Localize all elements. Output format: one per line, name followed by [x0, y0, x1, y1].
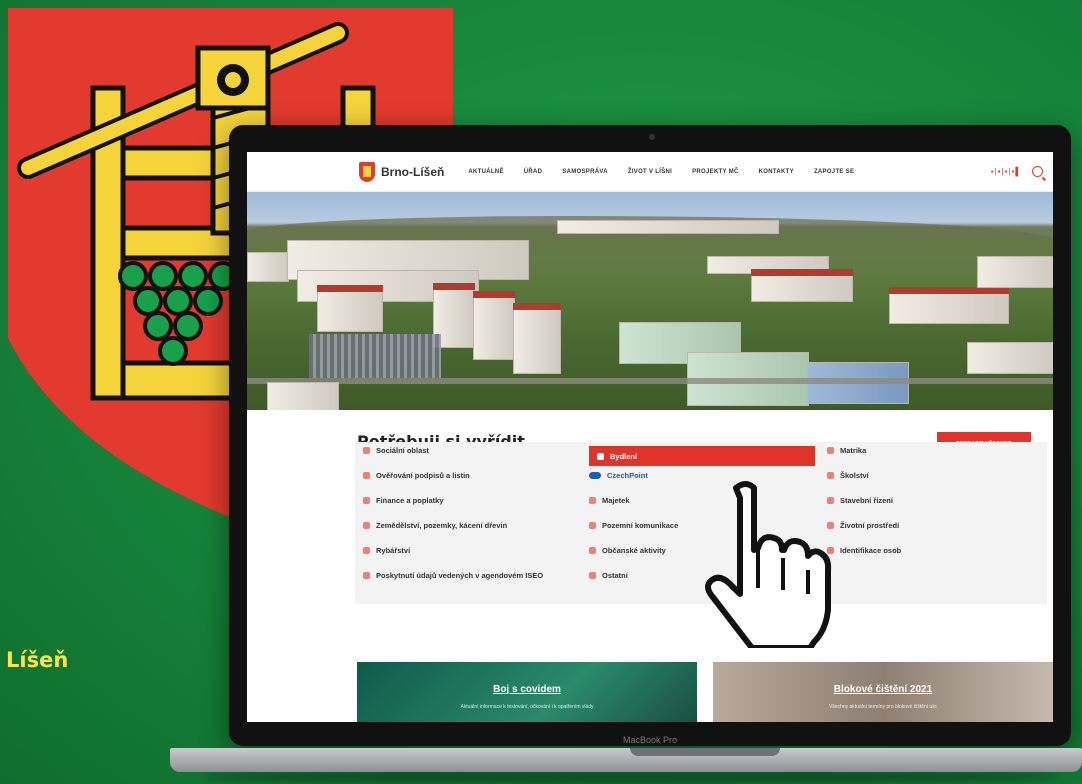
hand-cursor-icon: [705, 481, 832, 648]
logo-text: Brno-Líšeň: [381, 164, 445, 179]
laptop-model-label: MacBook Pro: [622, 735, 678, 745]
laptop-base: [170, 748, 1082, 772]
main-nav: AKTUÁLNĚ ÚŘAD SAMOSPRÁVA ŽIVOT V LÍŠNI P…: [468, 169, 854, 175]
hero-parking: [309, 334, 441, 378]
nav-zivot-v-lisni[interactable]: ŽIVOT V LÍŠNI: [628, 169, 672, 175]
stamp-icon: [363, 472, 370, 479]
site-header: Brno-Líšeň AKTUÁLNĚ ÚŘAD SAMOSPRÁVA ŽIVO…: [247, 152, 1053, 192]
card-title: Boj s covidem: [493, 684, 561, 695]
header-tools: ▪|▪|▪|▪▌: [991, 166, 1043, 177]
warning-icon: [589, 547, 596, 554]
hero-building: [889, 287, 1009, 324]
shield-logo-icon: [359, 161, 375, 182]
card-blokove-cisteni[interactable]: Blokové čištění 2021 Všechny aktuální te…: [713, 662, 1053, 722]
hero-building: [557, 220, 779, 234]
road-icon: [589, 522, 596, 529]
nav-aktualne[interactable]: AKTUÁLNĚ: [468, 169, 503, 175]
hero-building: [513, 303, 561, 374]
service-identifikace-osob[interactable]: Identifikace osob: [827, 546, 1037, 571]
hero-building: [247, 252, 289, 282]
service-bydleni[interactable]: Bydlení: [589, 446, 815, 466]
laptop-notch: [630, 748, 780, 756]
site-logo[interactable]: Brno-Líšeň: [359, 161, 445, 182]
hero-building: [473, 291, 515, 360]
database-icon: [363, 572, 370, 579]
service-matrika[interactable]: Matrika: [827, 446, 1037, 471]
search-icon[interactable]: [1032, 166, 1043, 177]
service-stavebni-rizeni[interactable]: Stavební řízení: [827, 496, 1037, 521]
services-column-3: Matrika Školství Stavební řízení Životní…: [827, 446, 1037, 571]
hero-aerial-photo: [247, 192, 1053, 410]
service-zemedelstvi[interactable]: Zemědělství, pozemky, kácení dřevin: [363, 521, 583, 546]
town-name-label: Líšeň: [6, 648, 69, 672]
house-icon: [597, 453, 604, 460]
service-rybarstvi[interactable]: Rybářství: [363, 546, 583, 571]
hero-building: [977, 256, 1053, 288]
nav-urad[interactable]: ÚŘAD: [524, 169, 543, 175]
people-icon: [363, 447, 370, 454]
hero-building: [317, 285, 383, 332]
hero-building: [967, 342, 1053, 374]
camera-icon: [649, 134, 655, 140]
card-title: Blokové čištění 2021: [833, 684, 933, 695]
hero-building: [751, 269, 853, 302]
service-skolstvi[interactable]: Školství: [827, 471, 1037, 496]
card-subtitle: Aktuální informace k testování, očkování…: [460, 704, 594, 710]
person-icon: [827, 447, 834, 454]
laptop-lid: Brno-Líšeň AKTUÁLNĚ ÚŘAD SAMOSPRÁVA ŽIVO…: [229, 125, 1071, 746]
accessibility-switcher[interactable]: ▪|▪|▪|▪▌: [991, 167, 1022, 176]
wallet-icon: [363, 497, 370, 504]
service-iseo[interactable]: Poskytnutí údajů vedených v agendovém IS…: [363, 571, 583, 596]
card-subtitle: Všechny aktuální termíny pro blokové čiš…: [828, 704, 938, 710]
mail-icon: [589, 572, 596, 579]
nav-zapojte-se[interactable]: ZAPOJTE SE: [814, 169, 854, 175]
browser-screen: Brno-Líšeň AKTUÁLNĚ ÚŘAD SAMOSPRÁVA ŽIVO…: [247, 152, 1053, 722]
tree-icon: [363, 522, 370, 529]
fish-icon: [363, 547, 370, 554]
nav-samosprava[interactable]: SAMOSPRÁVA: [562, 169, 608, 175]
card-covid[interactable]: Boj s covidem Aktuální informace k testo…: [357, 662, 697, 722]
hero-building: [267, 382, 339, 410]
nav-projekty-mc[interactable]: PROJEKTY MČ: [692, 169, 739, 175]
service-socialni-oblast[interactable]: Sociální oblast: [363, 446, 583, 471]
services-column-1: Sociální oblast Ověřování podpisů a list…: [363, 446, 583, 596]
laptop-shadow: [200, 770, 1060, 784]
nav-kontakty[interactable]: KONTAKTY: [759, 169, 794, 175]
service-zivotni-prostredi[interactable]: Životní prostředí: [827, 521, 1037, 546]
czechpoint-icon: [589, 472, 601, 479]
service-overovani[interactable]: Ověřování podpisů a listin: [363, 471, 583, 496]
document-icon: [589, 497, 596, 504]
hero-road: [247, 378, 1053, 384]
service-finance[interactable]: Finance a poplatky: [363, 496, 583, 521]
